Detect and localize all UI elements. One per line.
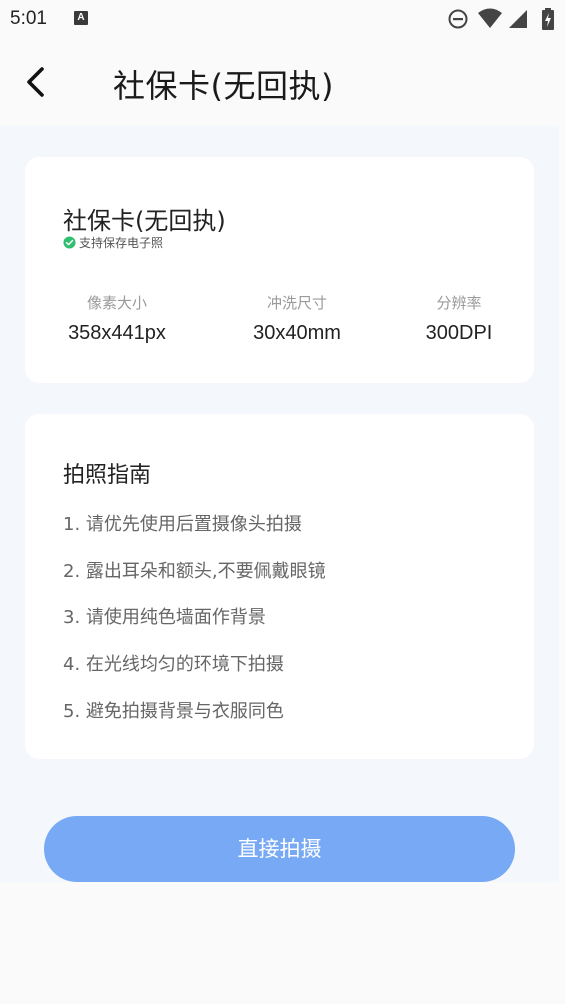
chevron-left-icon bbox=[27, 67, 44, 97]
guide-item: 2. 露出耳朵和额头,不要佩戴眼镜 bbox=[63, 561, 326, 582]
spec-resolution: 分辨率 300DPI bbox=[415, 292, 503, 345]
spec-name: 社保卡(无回执) bbox=[63, 207, 226, 235]
spec-value: 358x441px bbox=[68, 322, 166, 344]
spec-print-size: 冲洗尺寸 30x40mm bbox=[239, 292, 355, 345]
spec-card: 社保卡(无回执) 支持保存电子照 像素大小 358x441px 冲洗尺寸 30x… bbox=[25, 157, 534, 383]
spec-value: 300DPI bbox=[425, 322, 493, 344]
app-bar: 社保卡(无回执) bbox=[0, 40, 565, 126]
cellular-signal-icon bbox=[509, 10, 527, 28]
dnd-icon bbox=[448, 9, 468, 29]
shoot-directly-button[interactable]: 直接拍摄 bbox=[44, 816, 515, 882]
battery-charging-icon bbox=[542, 8, 554, 30]
spec-label: 像素大小 bbox=[86, 294, 147, 312]
guide-item: 3. 请使用纯色墙面作背景 bbox=[63, 607, 266, 628]
guide-title: 拍照指南 bbox=[63, 463, 152, 488]
save-note-text: 支持保存电子照 bbox=[79, 235, 164, 250]
status-time: 5:01 bbox=[10, 8, 47, 29]
back-button[interactable] bbox=[18, 62, 54, 102]
spec-value: 30x40mm bbox=[253, 322, 341, 344]
status-bar: 5:01 A bbox=[0, 0, 565, 40]
save-note: 支持保存电子照 bbox=[63, 234, 163, 250]
wifi-icon bbox=[478, 8, 502, 28]
guide-item: 1. 请优先使用后置摄像头拍摄 bbox=[63, 514, 302, 535]
spec-pixel-size: 像素大小 358x441px bbox=[63, 292, 171, 345]
page-title: 社保卡(无回执) bbox=[113, 67, 334, 105]
a-notification-icon: A bbox=[74, 11, 88, 25]
spec-label: 冲洗尺寸 bbox=[266, 294, 327, 312]
check-circle-icon bbox=[63, 235, 76, 249]
spec-label: 分辨率 bbox=[436, 294, 482, 312]
guide-item: 5. 避免拍摄背景与衣服同色 bbox=[63, 701, 284, 722]
guide-card: 拍照指南 1. 请优先使用后置摄像头拍摄 2. 露出耳朵和额头,不要佩戴眼镜 3… bbox=[25, 414, 534, 759]
guide-item: 4. 在光线均匀的环境下拍摄 bbox=[63, 654, 284, 675]
content-area: 社保卡(无回执) 支持保存电子照 像素大小 358x441px 冲洗尺寸 30x… bbox=[0, 126, 559, 882]
